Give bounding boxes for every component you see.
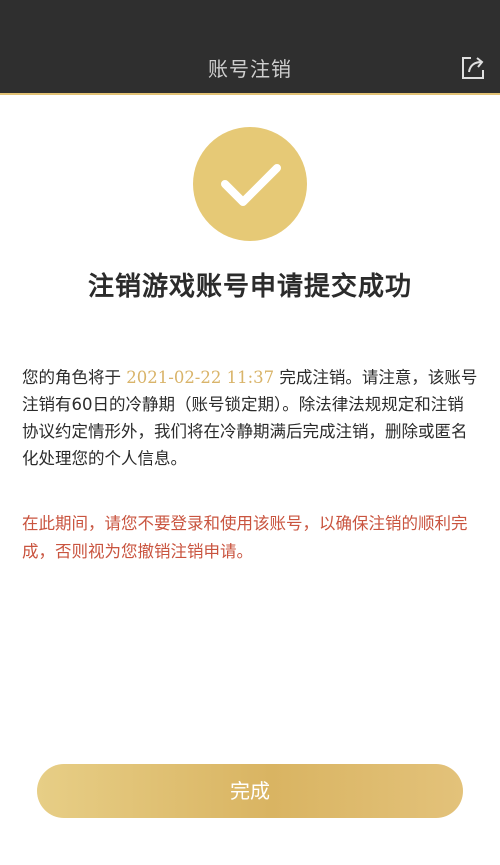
share-icon[interactable] xyxy=(460,55,486,81)
result-title: 注销游戏账号申请提交成功 xyxy=(87,272,412,302)
success-checkmark-icon xyxy=(193,127,307,241)
notice-prefix: 您的角色将于 xyxy=(22,368,127,387)
deletion-notice: 您的角色将于 2021-02-22 11:37 完成注销。请注意，该账号注销有6… xyxy=(22,364,480,472)
page-title: 账号注销 xyxy=(208,57,292,81)
deletion-date: 2021-02-22 11:37 xyxy=(126,368,275,387)
warning-text: 在此期间，请您不要登录和使用该账号，以确保注销的顺利完成，否则视为您撤销注销申请… xyxy=(22,514,468,561)
top-nav-bar: 账号注销 xyxy=(0,0,500,95)
done-button[interactable]: 完成 xyxy=(37,764,463,818)
